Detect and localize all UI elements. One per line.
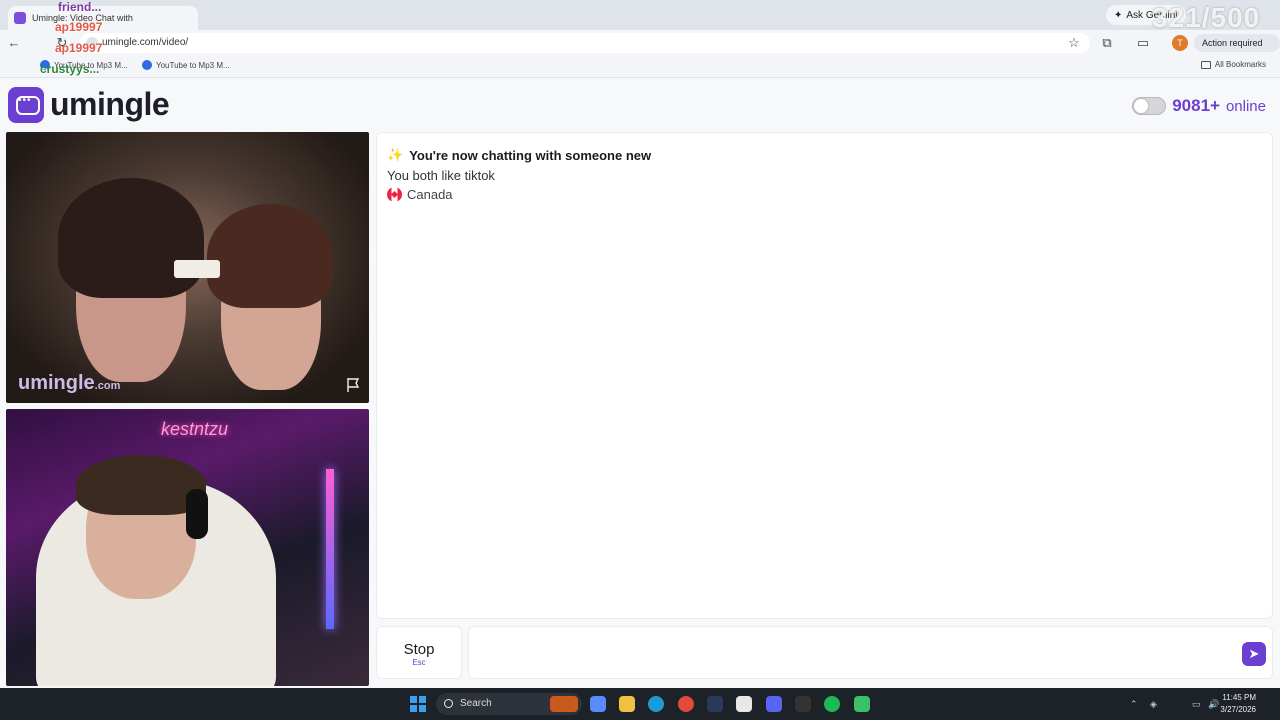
browser-titlebar: Umingle: Video Chat with ✦ Ask Gemini 32… [0, 0, 1280, 33]
online-indicator: 9081+ online [1132, 96, 1266, 116]
country-name: Canada [407, 187, 453, 202]
send-button[interactable]: ➤ [1242, 642, 1266, 666]
action-required-button[interactable]: Action required ⋮ [1194, 34, 1280, 66]
overlay-chat-line: crustyys... [40, 62, 100, 76]
stranger-person-left [58, 178, 204, 382]
search-highlight-icon[interactable] [550, 696, 578, 712]
stranger-country: Canada [387, 187, 651, 202]
report-flag-icon[interactable] [345, 377, 361, 393]
overlay-chat-line: ap19997 [55, 41, 103, 55]
online-count: 9081+ [1172, 96, 1220, 115]
taskbar-search-label: Search [460, 698, 492, 709]
file-explorer-icon[interactable] [619, 696, 635, 712]
system-message: ✨ You're now chatting with someone new Y… [387, 147, 651, 202]
sparkles-icon: ✨ [387, 147, 404, 162]
display-icon[interactable]: ▭ [1192, 699, 1202, 709]
message-input[interactable] [477, 637, 1237, 669]
bookmark-item[interactable]: YouTube to Mp3 M... [142, 60, 230, 70]
epic-games-icon[interactable] [795, 696, 811, 712]
neon-sign: kestntzu [161, 419, 229, 439]
edge-icon[interactable] [648, 696, 664, 712]
chevron-up-icon[interactable]: ⌃ [1130, 699, 1140, 709]
profile-avatar[interactable]: T [1172, 35, 1188, 51]
stranger-video: umingle.com [6, 132, 369, 403]
clock-date: 3/27/2026 [1220, 705, 1256, 714]
chat-bubble-icon [8, 86, 44, 123]
watermark-suffix: .com [94, 380, 121, 392]
background-light [174, 260, 220, 278]
back-arrow-icon[interactable]: ← [6, 35, 22, 51]
self-person [36, 455, 276, 686]
app-icon[interactable] [854, 696, 870, 712]
bookmarks-bar: YouTube to Mp3 M... YouTube to Mp3 M... … [0, 56, 1280, 78]
self-video: kestntzu [6, 409, 369, 686]
bookmark-label: YouTube to Mp3 M... [156, 60, 230, 70]
system-clock[interactable]: 11:45 PM 3/27/2026 [1220, 692, 1256, 716]
copilot-icon[interactable] [590, 696, 606, 712]
overlay-chat-line: ap19997 [55, 20, 103, 34]
browser-tab[interactable]: Umingle: Video Chat with [8, 6, 198, 30]
umingle-logo[interactable]: umingle [8, 86, 170, 123]
windows-taskbar: Search ⌃ ◈ ▭ 🔊 11:45 PM 3/27/2026 [0, 688, 1280, 720]
theme-toggle[interactable] [1132, 97, 1167, 115]
address-bar[interactable]: umingle.com/video/ [80, 33, 1090, 53]
online-label: online [1225, 97, 1266, 115]
extensions-icon[interactable]: ⧉ [1099, 35, 1115, 51]
discord-icon[interactable] [766, 696, 782, 712]
gemini-sparkle-icon: ✦ [1114, 9, 1123, 21]
store-icon[interactable] [736, 696, 752, 712]
volume-icon[interactable]: 🔊 [1208, 699, 1219, 709]
watermark-text: umingle [18, 372, 95, 394]
split-view-icon[interactable]: ▭ [1135, 35, 1151, 51]
stranger-person-right [207, 204, 333, 390]
stop-button[interactable]: Stop Esc [376, 626, 462, 679]
youtube-mp3-icon [142, 60, 152, 70]
all-bookmarks-label: All Bookmarks [1214, 60, 1266, 69]
overlay-chat-line: friend... [58, 0, 102, 14]
shared-interest: You both like tiktok [387, 168, 495, 183]
spotify-icon[interactable] [824, 696, 840, 712]
umingle-watermark: umingle.com [18, 372, 120, 395]
bookmark-star-icon[interactable]: ☆ [1066, 35, 1082, 51]
canada-flag-icon [387, 187, 402, 202]
clock-time: 11:45 PM [1222, 693, 1256, 702]
chat-title-row: ✨ You're now chatting with someone new [387, 147, 651, 163]
chrome-icon[interactable] [678, 696, 694, 712]
chat-title: You're now chatting with someone new [409, 147, 652, 163]
stop-label: Stop [403, 641, 435, 658]
action-required-label: Action required [1202, 38, 1263, 48]
headset-icon [186, 489, 208, 539]
all-bookmarks-button[interactable]: All Bookmarks [1200, 60, 1266, 69]
logo-text: umingle [50, 86, 170, 122]
network-icon[interactable]: ◈ [1150, 699, 1160, 709]
url-text: umingle.com/video/ [102, 37, 189, 48]
neon-light-strip [326, 469, 334, 629]
steam-icon[interactable] [707, 696, 723, 712]
folder-icon [1200, 60, 1211, 69]
chat-log[interactable]: ✨ You're now chatting with someone new Y… [376, 132, 1273, 619]
windows-start-icon[interactable] [410, 696, 426, 712]
stop-shortcut-hint: Esc [412, 658, 426, 667]
message-input-container: ➤ [468, 626, 1273, 679]
umingle-favicon-icon [14, 12, 26, 24]
send-arrow-icon: ➤ [1248, 646, 1260, 661]
search-icon [444, 699, 453, 708]
browser-toolbar: ← ↻ umingle.com/video/ ☆ ⧉ ▭ T Action re… [0, 30, 1280, 66]
